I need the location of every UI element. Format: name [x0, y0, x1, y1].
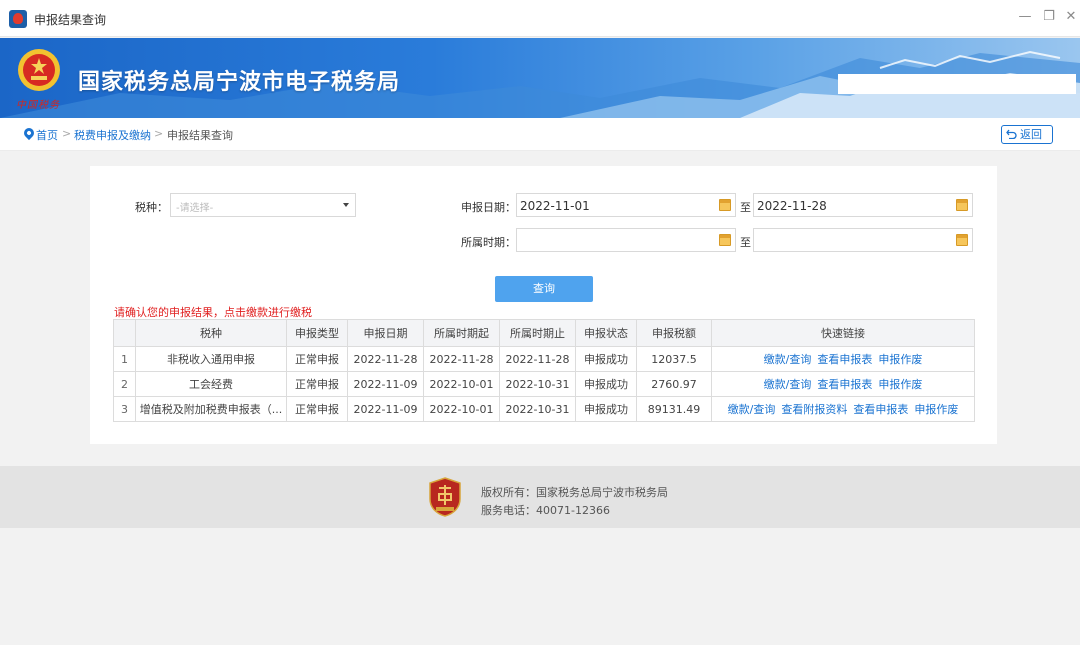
footer: 版权所有：国家税务总局宁波市税务局 服务电话：40071-12366	[0, 466, 1080, 528]
period-end-cell: 2022-10-31	[499, 396, 576, 422]
bureau-name: 国家税务总局宁波市电子税务局	[78, 70, 401, 95]
report-date-label: 申报日期：	[461, 201, 516, 214]
period-start-cell: 2022-10-01	[423, 371, 500, 397]
chevron-down-icon	[343, 203, 349, 207]
pay-query-link[interactable]: 缴款/查询	[764, 353, 812, 366]
app-icon	[9, 10, 27, 28]
period-end-cell: 2022-11-28	[499, 346, 576, 372]
status-cell: 申报成功	[575, 371, 637, 397]
to-label: 至	[740, 201, 751, 214]
amount-cell: 89131.49	[636, 396, 712, 422]
column-header: 快速链接	[711, 319, 975, 347]
period-label: 所属时期：	[461, 236, 516, 249]
table-row: 2 工会经费 正常申报 2022-11-09 2022-10-01 2022-1…	[113, 371, 975, 397]
view-attachments-link[interactable]: 查看附报资料	[781, 403, 847, 416]
report-date-from-input[interactable]: 2022-11-01	[516, 193, 736, 217]
table-row: 1 非税收入通用申报 正常申报 2022-11-28 2022-11-28 20…	[113, 346, 975, 372]
column-header: 申报状态	[575, 319, 637, 347]
back-button-label: 返回	[1020, 128, 1042, 141]
report-date-cell: 2022-11-09	[347, 371, 424, 397]
quick-links-cell: 缴款/查询 查看附报资料 查看申报表 申报作废	[711, 396, 975, 422]
column-header: 所属时期止	[499, 319, 576, 347]
report-date-to-input[interactable]: 2022-11-28	[753, 193, 973, 217]
breadcrumb: 首页 > 税费申报及缴纳 > 申报结果查询 返回	[0, 118, 1080, 151]
back-arrow-icon	[1006, 129, 1017, 139]
report-date-cell: 2022-11-09	[347, 396, 424, 422]
breadcrumb-current: 申报结果查询	[167, 129, 233, 142]
minimize-icon[interactable]: —	[1016, 8, 1034, 26]
back-button[interactable]: 返回	[1001, 125, 1053, 144]
report-type-cell: 正常申报	[286, 346, 348, 372]
view-report-link[interactable]: 查看申报表	[817, 353, 872, 366]
breadcrumb-tax-filing[interactable]: 税费申报及缴纳	[74, 127, 151, 143]
service-phone-text: 服务电话：40071-12366	[481, 504, 610, 517]
breadcrumb-home[interactable]: 首页	[36, 127, 58, 143]
tax-shield-logo-icon	[429, 477, 461, 517]
close-icon[interactable]: ✕	[1062, 8, 1080, 26]
restore-icon[interactable]: ❐	[1040, 8, 1058, 26]
calendar-icon[interactable]	[719, 234, 731, 246]
payment-notice: 请确认您的申报结果，点击缴款进行缴税	[114, 306, 312, 319]
period-start-cell: 2022-11-28	[423, 346, 500, 372]
tax-name-cell: 增值税及附加税费申报表（...	[135, 396, 287, 422]
quick-links-cell: 缴款/查询 查看申报表 申报作废	[711, 371, 975, 397]
period-start-cell: 2022-10-01	[423, 396, 500, 422]
report-type-cell: 正常申报	[286, 371, 348, 397]
amount-cell: 12037.5	[636, 346, 712, 372]
report-date-cell: 2022-11-28	[347, 346, 424, 372]
to-label: 至	[740, 236, 751, 249]
status-cell: 申报成功	[575, 396, 637, 422]
column-header: 申报类型	[286, 319, 348, 347]
void-report-link[interactable]: 申报作废	[878, 378, 922, 391]
void-report-link[interactable]: 申报作废	[914, 403, 958, 416]
calendar-icon[interactable]	[956, 199, 968, 211]
view-report-link[interactable]: 查看申报表	[853, 403, 908, 416]
tax-name-cell: 非税收入通用申报	[135, 346, 287, 372]
period-end-cell: 2022-10-31	[499, 371, 576, 397]
view-report-link[interactable]: 查看申报表	[817, 378, 872, 391]
column-header	[113, 319, 136, 347]
calendar-icon[interactable]	[719, 199, 731, 211]
window-title: 申报结果查询	[34, 13, 107, 27]
column-header: 申报日期	[347, 319, 424, 347]
tax-type-placeholder: -请选择-	[176, 203, 214, 214]
calendar-icon[interactable]	[956, 234, 968, 246]
result-table: 税种 申报类型 申报日期 所属时期起 所属时期止 申报状态 申报税额 快速链接 …	[113, 319, 975, 422]
report-date-from-value: 2022-11-01	[520, 199, 590, 213]
void-report-link[interactable]: 申报作废	[878, 353, 922, 366]
status-cell: 申报成功	[575, 346, 637, 372]
title-bar: 申报结果查询 — ❐ ✕	[0, 0, 1080, 37]
query-button[interactable]: 查询	[495, 276, 593, 302]
report-type-cell: 正常申报	[286, 396, 348, 422]
national-emblem-icon	[18, 49, 60, 91]
header-banner: 中国税务 国家税务总局宁波市电子税务局	[0, 38, 1080, 118]
table-header-row: 税种 申报类型 申报日期 所属时期起 所属时期止 申报状态 申报税额 快速链接	[113, 319, 975, 347]
pay-query-link[interactable]: 缴款/查询	[728, 403, 776, 416]
user-info-area	[838, 74, 1076, 94]
breadcrumb-separator: >	[62, 127, 72, 140]
table-row: 3 增值税及附加税费申报表（... 正常申报 2022-11-09 2022-1…	[113, 396, 975, 422]
location-pin-icon	[21, 125, 37, 141]
tax-type-select[interactable]: -请选择-	[170, 193, 356, 217]
quick-links-cell: 缴款/查询 查看申报表 申报作废	[711, 346, 975, 372]
row-index: 2	[113, 371, 136, 397]
row-index: 1	[113, 346, 136, 372]
emblem-caption: 中国税务	[16, 100, 60, 111]
row-index: 3	[113, 396, 136, 422]
report-date-to-value: 2022-11-28	[757, 199, 827, 213]
amount-cell: 2760.97	[636, 371, 712, 397]
column-header: 所属时期起	[423, 319, 500, 347]
column-header: 申报税额	[636, 319, 712, 347]
period-to-input[interactable]	[753, 228, 973, 252]
tax-type-label: 税种：	[135, 201, 168, 214]
pay-query-link[interactable]: 缴款/查询	[764, 378, 812, 391]
breadcrumb-separator: >	[154, 127, 164, 140]
copyright-text: 版权所有：国家税务总局宁波市税务局	[481, 486, 668, 499]
period-from-input[interactable]	[516, 228, 736, 252]
tax-name-cell: 工会经费	[135, 371, 287, 397]
column-header: 税种	[135, 319, 287, 347]
